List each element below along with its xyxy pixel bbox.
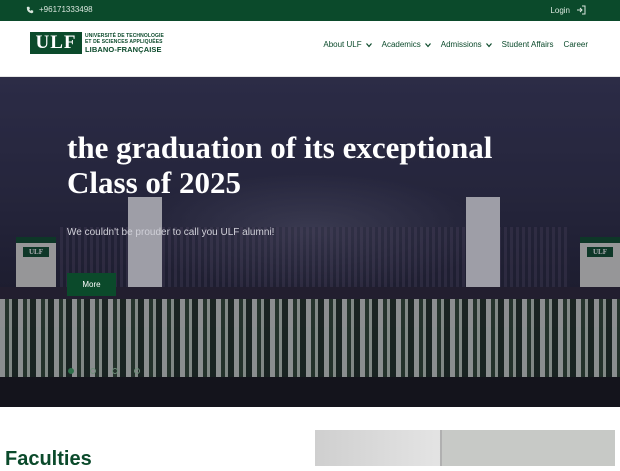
nav-item-student-affairs[interactable]: Student Affairs: [502, 40, 554, 49]
hero-title-line-1: the graduation of its exceptional: [67, 130, 493, 165]
slider-dot[interactable]: [90, 368, 96, 374]
login-link[interactable]: Login: [550, 5, 586, 15]
section-heading: Faculties: [5, 448, 92, 470]
slider-dots: [68, 368, 140, 374]
phone-number[interactable]: +96171333498: [39, 5, 93, 14]
logo-line-3: LIBANO-FRANÇAISE: [85, 44, 162, 54]
hero-overlay: [0, 77, 620, 407]
phone-contact[interactable]: +96171333498: [26, 5, 93, 14]
nav-label: About ULF: [323, 40, 362, 49]
hero-title: the graduation of its exceptional Class …: [67, 130, 587, 200]
main-nav: About ULF Academics Admissions Student A…: [323, 40, 588, 49]
nav-label: Student Affairs: [501, 40, 554, 49]
hero-slider: ULF ULF the graduation of its exceptiona…: [0, 77, 620, 407]
nav-item-about[interactable]: About ULF: [323, 40, 372, 49]
hero-title-line-2: Class of 2025: [67, 165, 241, 200]
chevron-down-icon: [365, 42, 372, 47]
hero-subtitle: We couldn't be prouder to call you ULF a…: [67, 227, 275, 238]
login-arrow-icon: [577, 5, 586, 15]
logo-mark: ULF: [30, 32, 82, 54]
site-logo[interactable]: ULF UNIVERSITÉ DE TECHNOLOGIE ET DE SCIE…: [30, 32, 164, 54]
nav-label: Career: [563, 40, 588, 49]
nav-item-admissions[interactable]: Admissions: [441, 40, 492, 49]
more-button[interactable]: More: [67, 273, 116, 296]
chevron-down-icon: [424, 42, 431, 47]
site-header: ULF UNIVERSITÉ DE TECHNOLOGIE ET DE SCIE…: [0, 21, 620, 77]
campus-photo: [315, 430, 615, 466]
slider-dot[interactable]: [134, 368, 140, 374]
phone-icon: [26, 6, 34, 13]
chevron-down-icon: [485, 42, 492, 47]
slider-dot[interactable]: [68, 368, 74, 374]
logo-text: UNIVERSITÉ DE TECHNOLOGIE ET DE SCIENCES…: [85, 33, 164, 54]
top-bar: +96171333498 Login: [0, 0, 620, 21]
nav-label: Admissions: [440, 40, 482, 49]
nav-label: Academics: [381, 40, 421, 49]
login-label: Login: [550, 5, 570, 15]
nav-item-academics[interactable]: Academics: [382, 40, 431, 49]
nav-item-career[interactable]: Career: [564, 40, 588, 49]
campus-photo-window: [440, 430, 615, 466]
slider-dot[interactable]: [112, 368, 118, 374]
